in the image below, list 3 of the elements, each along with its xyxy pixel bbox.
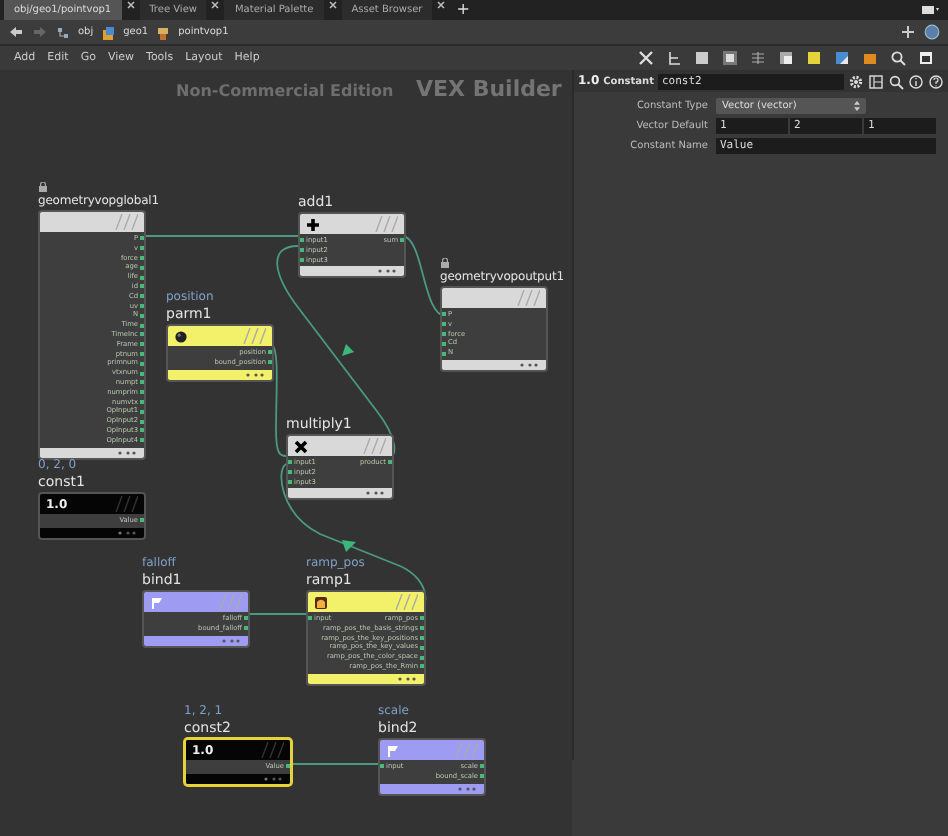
context-label: VEX Builder: [416, 76, 562, 102]
edition-watermark: Non-Commercial Edition: [176, 82, 394, 100]
new-tab-button[interactable]: +: [450, 0, 476, 20]
